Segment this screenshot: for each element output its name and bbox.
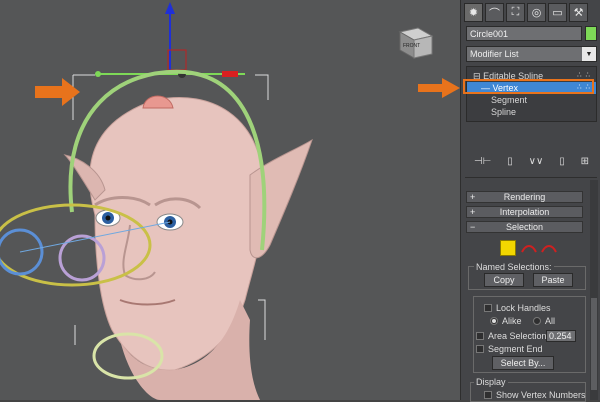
object-color-swatch[interactable] <box>585 26 597 41</box>
display-icon[interactable]: ▭ <box>548 3 567 22</box>
remove-modifier-icon[interactable]: ▯ <box>559 156 565 167</box>
object-name-row: Circle001 <box>466 26 597 42</box>
modifier-list-dropdown[interactable]: Modifier List ▼ <box>466 46 597 62</box>
object-name-field[interactable]: Circle001 <box>466 26 582 41</box>
area-selection-checkbox[interactable] <box>476 332 484 340</box>
stack-toolbar: ⊣⊢ ▯ ∨∨ ▯ ⊞ <box>466 153 597 169</box>
viewcube-label: FRONT <box>403 43 420 49</box>
stack-item-label: Segment <box>491 95 528 105</box>
rollout-label: Selection <box>505 222 544 232</box>
lock-handles-checkbox[interactable] <box>484 304 492 312</box>
copy-button[interactable]: Copy <box>484 273 524 287</box>
lock-handles-label: Lock Handles <box>496 303 551 313</box>
area-selection-label: Area Selection: <box>488 331 550 341</box>
utilities-icon[interactable]: ⚒ <box>569 3 588 22</box>
modifier-list-label: Modifier List <box>470 49 519 59</box>
vertex-level-icon[interactable] <box>500 240 516 256</box>
viewport-scene: FRONT <box>0 2 434 400</box>
modifier-stack: ⊟ Editable Spline ∴ ∴ — Vertex ∴ ∴ Segme… <box>466 66 597 122</box>
rollout-interpolation[interactable]: + Interpolation <box>466 206 583 218</box>
gizmo-z-arrow[interactable] <box>165 2 175 14</box>
segment-end-checkbox[interactable] <box>476 345 484 353</box>
stack-item-label: Spline <box>491 107 517 117</box>
panel-scrollbar-thumb[interactable] <box>591 298 597 390</box>
alike-label: Alike <box>502 316 522 326</box>
rollout-label: Interpolation <box>499 207 550 217</box>
select-by-button[interactable]: Select By... <box>492 356 554 370</box>
show-vertex-numbers-label: Show Vertex Numbers <box>496 390 586 400</box>
hierarchy-icon[interactable]: ⛶ <box>506 3 525 22</box>
make-unique-icon[interactable]: ∨∨ <box>529 156 544 167</box>
all-label: All <box>545 316 556 326</box>
app-window: FRONT ✹ ⌒ ⛶ ◎ ▭ ⚒ Circle001 Modifier Lis… <box>0 0 600 402</box>
chevron-down-icon[interactable]: ▼ <box>582 47 596 61</box>
rollout-selection[interactable]: − Selection <box>466 221 583 233</box>
rollout-rendering[interactable]: + Rendering <box>466 191 583 203</box>
show-vertex-numbers-checkbox[interactable] <box>484 391 492 399</box>
command-panel-tabs: ✹ ⌒ ⛶ ◎ ▭ ⚒ <box>461 0 600 24</box>
orange-pointer-arrow-2 <box>418 78 460 98</box>
stack-item-spline[interactable]: Spline <box>467 106 596 118</box>
pin-stack-icon[interactable]: ⊣⊢ <box>474 156 491 167</box>
viewcube[interactable]: FRONT <box>398 27 434 59</box>
configure-sets-icon[interactable]: ⊞ <box>581 156 589 167</box>
named-selections-title: Named Selections: <box>474 262 554 272</box>
alike-radio[interactable] <box>490 317 498 325</box>
sun-icon[interactable]: ✹ <box>464 3 483 22</box>
stack-item-segment[interactable]: Segment <box>467 94 596 106</box>
segment-end-label: Segment End <box>488 344 543 354</box>
viewport[interactable]: FRONT <box>0 0 460 400</box>
rollout-toggle-icon: − <box>470 222 476 232</box>
display-title: Display <box>474 377 508 387</box>
modify-icon[interactable]: ⌒ <box>485 3 504 22</box>
panel-divider <box>465 177 597 178</box>
all-radio[interactable] <box>533 317 541 325</box>
area-selection-spinner[interactable]: 0.254 <box>546 330 576 342</box>
segment-spline-level-icons[interactable] <box>520 242 560 256</box>
rollout-toggle-icon: + <box>470 192 476 202</box>
paste-button[interactable]: Paste <box>533 273 573 287</box>
rollout-toggle-icon: + <box>470 207 476 217</box>
show-end-result-icon[interactable]: ▯ <box>507 156 513 167</box>
motion-icon[interactable]: ◎ <box>527 3 546 22</box>
panel-scrollbar[interactable] <box>590 180 598 400</box>
vertex-highlight-outline <box>463 79 594 94</box>
rollout-label: Rendering <box>503 192 546 202</box>
